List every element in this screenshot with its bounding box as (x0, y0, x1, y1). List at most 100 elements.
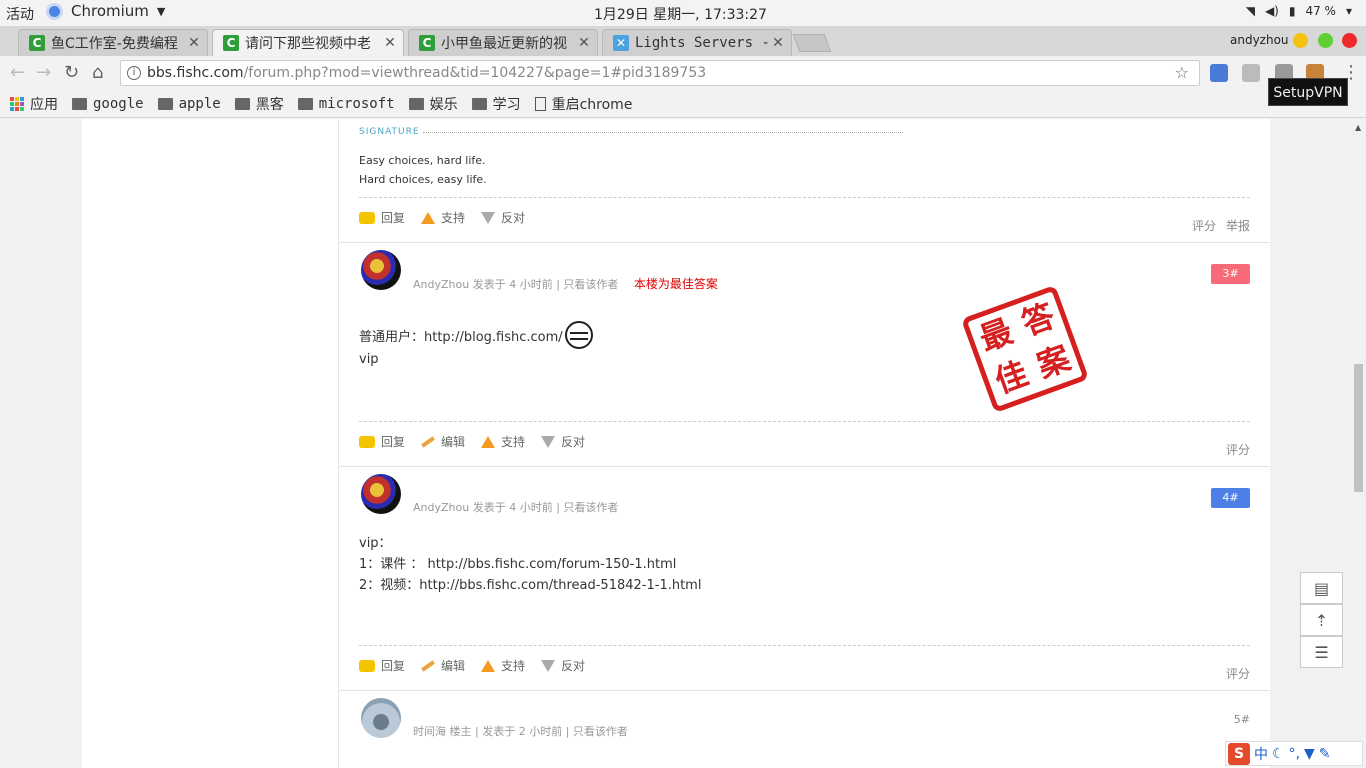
close-window-button[interactable] (1342, 33, 1357, 48)
page-icon (534, 96, 546, 111)
bookmark-restart-chrome[interactable]: 重启chrome (534, 94, 632, 114)
rate-link[interactable]: 评分 (1192, 217, 1216, 234)
page-scrollbar[interactable]: ▲ (1352, 119, 1366, 768)
setupvpn-extension-icon[interactable] (1242, 64, 1260, 82)
post-time: 发表于 4 小时前 (472, 278, 553, 291)
post-body: 普通用户：http://blog.fishc.com/ vip (359, 321, 593, 370)
post-meta: AndyZhou 发表于 4 小时前 | 只看该作者 (413, 499, 618, 515)
comment-button[interactable]: ▤ (1300, 572, 1343, 604)
best-answer-label[interactable]: 本楼为最佳答案 (634, 277, 718, 291)
bookmark-label: 应用 (30, 96, 58, 113)
folder-icon (72, 97, 87, 110)
sogou-logo-icon: S (1228, 742, 1250, 765)
tab-current-thread[interactable]: C 请问下那些视频中老 ✕ (212, 29, 404, 56)
moon-icon[interactable]: ☾ (1272, 746, 1285, 762)
shirt-icon[interactable]: ▼ (1304, 746, 1315, 762)
post-line[interactable]: 1：课件 ： http://bbs.fishc.com/forum-150-1.… (359, 554, 701, 575)
tab-xiaojiayu[interactable]: C 小甲鱼最近更新的视 ✕ (408, 29, 598, 56)
edit-button[interactable]: 编辑 (421, 657, 465, 674)
home-button[interactable]: ⌂ (92, 62, 103, 83)
back-button[interactable]: ← (10, 62, 25, 83)
profile-name[interactable]: andyzhou (1230, 33, 1289, 47)
app-menu[interactable]: Chromium ▼ (46, 2, 165, 20)
bookmark-folder-microsoft[interactable]: microsoft (297, 96, 395, 112)
address-bar[interactable]: i bbs.fishc.com /forum.php?mod=viewthrea… (120, 60, 1200, 86)
input-method-toolbar[interactable]: S 中 ☾ °, ▼ ✎ (1225, 741, 1363, 766)
bookmark-folder-google[interactable]: google (72, 96, 144, 112)
avatar[interactable] (361, 250, 401, 290)
reply-button[interactable]: 回复 (359, 433, 405, 450)
tab-lights-servers[interactable]: ✕ Lights Servers - ✕ (602, 29, 792, 56)
tab-fishc-home[interactable]: C 鱼C工作室-免费编程 ✕ (18, 29, 208, 56)
reply-button[interactable]: 回复 (359, 209, 405, 226)
post-meta: 时间海 楼主 | 发表于 2 小时前 | 只看该作者 (413, 723, 628, 739)
bookmark-folder-apple[interactable]: apple (157, 96, 221, 112)
support-button[interactable]: 支持 (421, 209, 465, 226)
post-line[interactable]: 2：视频：http://bbs.fishc.com/thread-51842-1… (359, 575, 701, 596)
forward-button[interactable]: → (36, 62, 51, 83)
support-button[interactable]: 支持 (481, 433, 525, 450)
edit-button[interactable]: 编辑 (421, 433, 465, 450)
scrollbar-thumb[interactable] (1354, 364, 1363, 492)
folder-icon (234, 97, 250, 110)
status-area[interactable]: ◥ ◀) ▮ 47 % ▾ (1246, 4, 1352, 18)
bookmark-folder-entertainment[interactable]: 娱乐 (408, 94, 458, 114)
avatar[interactable] (361, 698, 401, 738)
edit-label: 编辑 (441, 659, 466, 673)
battery-icon: ▮ (1288, 4, 1296, 18)
minimize-button[interactable] (1293, 33, 1308, 48)
tab-title: 请问下那些视频中老 (245, 36, 371, 52)
divider (423, 132, 903, 133)
floor-badge[interactable]: 4# (1211, 488, 1250, 508)
oppose-button[interactable]: 反对 (541, 657, 585, 674)
only-author-link[interactable]: 只看该作者 (573, 725, 628, 738)
close-icon[interactable]: ✕ (769, 35, 787, 51)
back-to-top-button[interactable]: ⇡ (1300, 604, 1343, 636)
signature-line: Easy choices, hard life. (359, 154, 486, 167)
wrench-icon[interactable]: ✎ (1319, 746, 1331, 762)
avatar[interactable] (361, 474, 401, 514)
bookmark-apps[interactable]: 应用 (10, 94, 58, 114)
arrow-up-icon (481, 659, 496, 672)
oppose-button[interactable]: 反对 (481, 209, 525, 226)
bookmark-folder-study[interactable]: 学习 (471, 94, 521, 114)
tab-strip: C 鱼C工作室-免费编程 ✕ C 请问下那些视频中老 ✕ C 小甲鱼最近更新的视… (0, 26, 1366, 56)
only-author-link[interactable]: 只看该作者 (563, 278, 618, 291)
info-icon[interactable]: i (127, 66, 141, 80)
floor-number[interactable]: 5# (1211, 710, 1250, 730)
power-menu-icon: ▾ (1345, 4, 1352, 18)
fishc-icon: C (223, 35, 239, 51)
list-button[interactable]: ☰ (1300, 636, 1343, 668)
oppose-button[interactable]: 反对 (541, 433, 585, 450)
maximize-button[interactable] (1318, 33, 1333, 48)
close-icon[interactable]: ✕ (381, 35, 399, 51)
punctuation-icon[interactable]: °, (1289, 746, 1300, 762)
close-icon[interactable]: ✕ (575, 35, 593, 51)
author-name[interactable]: AndyZhou (413, 501, 469, 514)
ime-mode[interactable]: 中 (1254, 744, 1268, 764)
url-host: bbs.fishc.com (147, 65, 244, 81)
scroll-up-icon[interactable]: ▲ (1355, 123, 1361, 132)
bookmark-star-icon[interactable]: ☆ (1175, 63, 1189, 82)
author-name[interactable]: 时间海 (413, 725, 446, 738)
close-icon[interactable]: ✕ (185, 35, 203, 51)
floor-badge[interactable]: 3# (1211, 264, 1250, 284)
fishc-icon: C (29, 35, 45, 51)
rate-link[interactable]: 评分 (1226, 665, 1250, 682)
bookmark-folder-hacker[interactable]: 黑客 (234, 94, 284, 114)
support-button[interactable]: 支持 (481, 657, 525, 674)
reload-button[interactable]: ↻ (64, 62, 79, 83)
rate-link[interactable]: 评分 (1226, 441, 1250, 458)
only-author-link[interactable]: 只看该作者 (563, 501, 618, 514)
reply-label: 回复 (381, 659, 406, 673)
signature-heading: SIGNATURE (359, 127, 420, 137)
report-link[interactable]: 举报 (1226, 217, 1250, 234)
web-page: SIGNATURE Easy choices, hard life. Hard … (0, 119, 1352, 768)
bookmark-label: 娱乐 (429, 96, 458, 113)
translate-extension-icon[interactable] (1210, 64, 1228, 82)
clock[interactable]: 1月29日 星期一, 17:33:27 (594, 4, 767, 24)
activities-button[interactable]: 活动 (6, 4, 34, 24)
new-tab-button[interactable] (792, 34, 832, 52)
reply-button[interactable]: 回复 (359, 657, 405, 674)
author-name[interactable]: AndyZhou (413, 278, 469, 291)
